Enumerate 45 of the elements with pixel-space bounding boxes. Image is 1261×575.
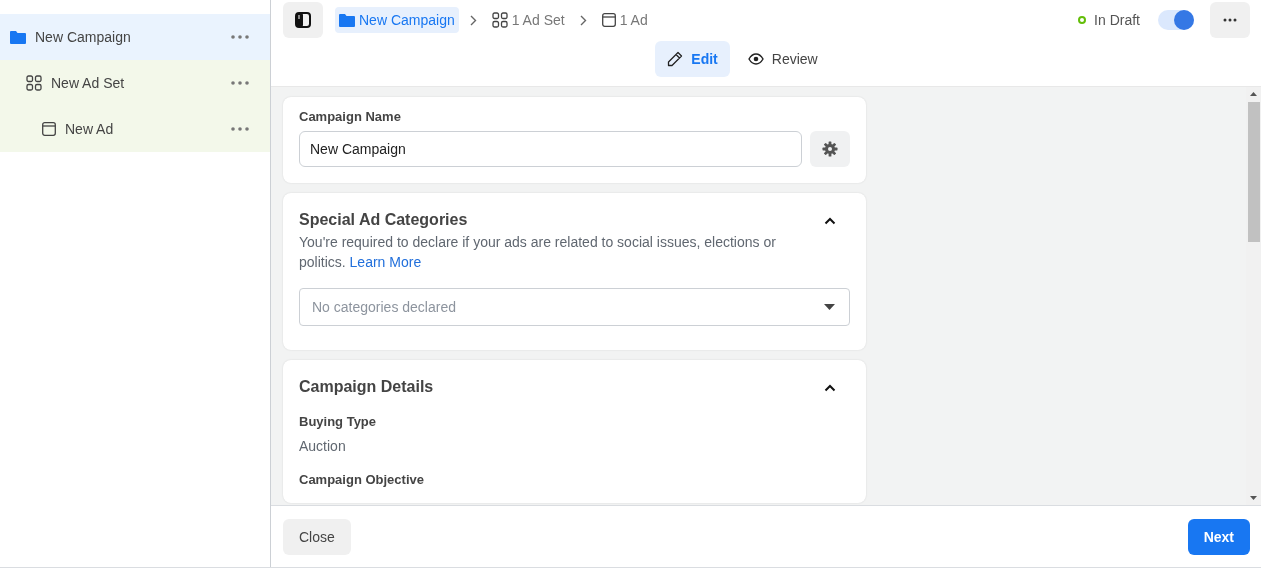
field-value: Auction [299,438,347,454]
section-title: Campaign Details [299,378,434,396]
scroll-down-icon[interactable] [1250,496,1257,500]
chevron-up-icon[interactable] [824,217,836,225]
dropdown-arrow-icon [824,304,835,310]
campaign-name-input[interactable]: New Campaign [299,131,802,167]
field-label: Buying Type [299,414,378,429]
status-label: In Draft [1094,12,1140,28]
breadcrumb-link[interactable]: 1 Ad Set [487,7,569,33]
sidebar-icon [295,12,311,28]
mode-tab[interactable]: Edit [655,41,730,77]
chevron-right-icon [579,14,587,26]
settings-button[interactable] [810,131,850,167]
folder-icon [10,30,26,44]
tree-item[interactable]: New Ad [0,106,270,152]
breadcrumb-link[interactable]: New Campaign [335,7,459,33]
draft-toggle[interactable] [1158,10,1194,30]
close-button[interactable]: Close [283,518,351,555]
learn-more-link[interactable]: Learn More [349,254,422,270]
chevron-right-icon [469,14,477,26]
grid-icon [491,12,508,28]
eye-icon [747,53,764,65]
settings-icon [822,141,838,157]
window-icon [42,122,56,136]
more-icon[interactable] [231,81,249,85]
chevron-up-icon[interactable] [824,384,836,392]
mode-tab[interactable]: Review [735,41,830,77]
scroll-up-icon[interactable] [1250,92,1257,96]
more-icon[interactable] [231,127,249,131]
more-icon[interactable] [231,35,249,39]
section-description: You're required to declare if your ads are related to social issues, elections or politics. Learn More [299,233,777,272]
next-button[interactable]: Next [1187,518,1250,555]
breadcrumb-link[interactable]: 1 Ad [597,7,652,33]
pencil-icon [667,51,684,67]
more-icon [1223,18,1237,22]
section-title: Special Ad Categories [299,211,468,229]
window-icon [601,13,616,27]
categories-dropdown[interactable]: No categories declared [299,288,850,326]
tree-item[interactable]: New Ad Set [0,60,270,106]
grid-icon [26,75,42,91]
field-label: Campaign Name [299,109,402,124]
folder-icon [339,13,355,27]
sidebar-toggle-button[interactable] [283,2,323,38]
field-label: Campaign Objective [299,472,425,487]
tree-item[interactable]: New Campaign [0,14,270,60]
